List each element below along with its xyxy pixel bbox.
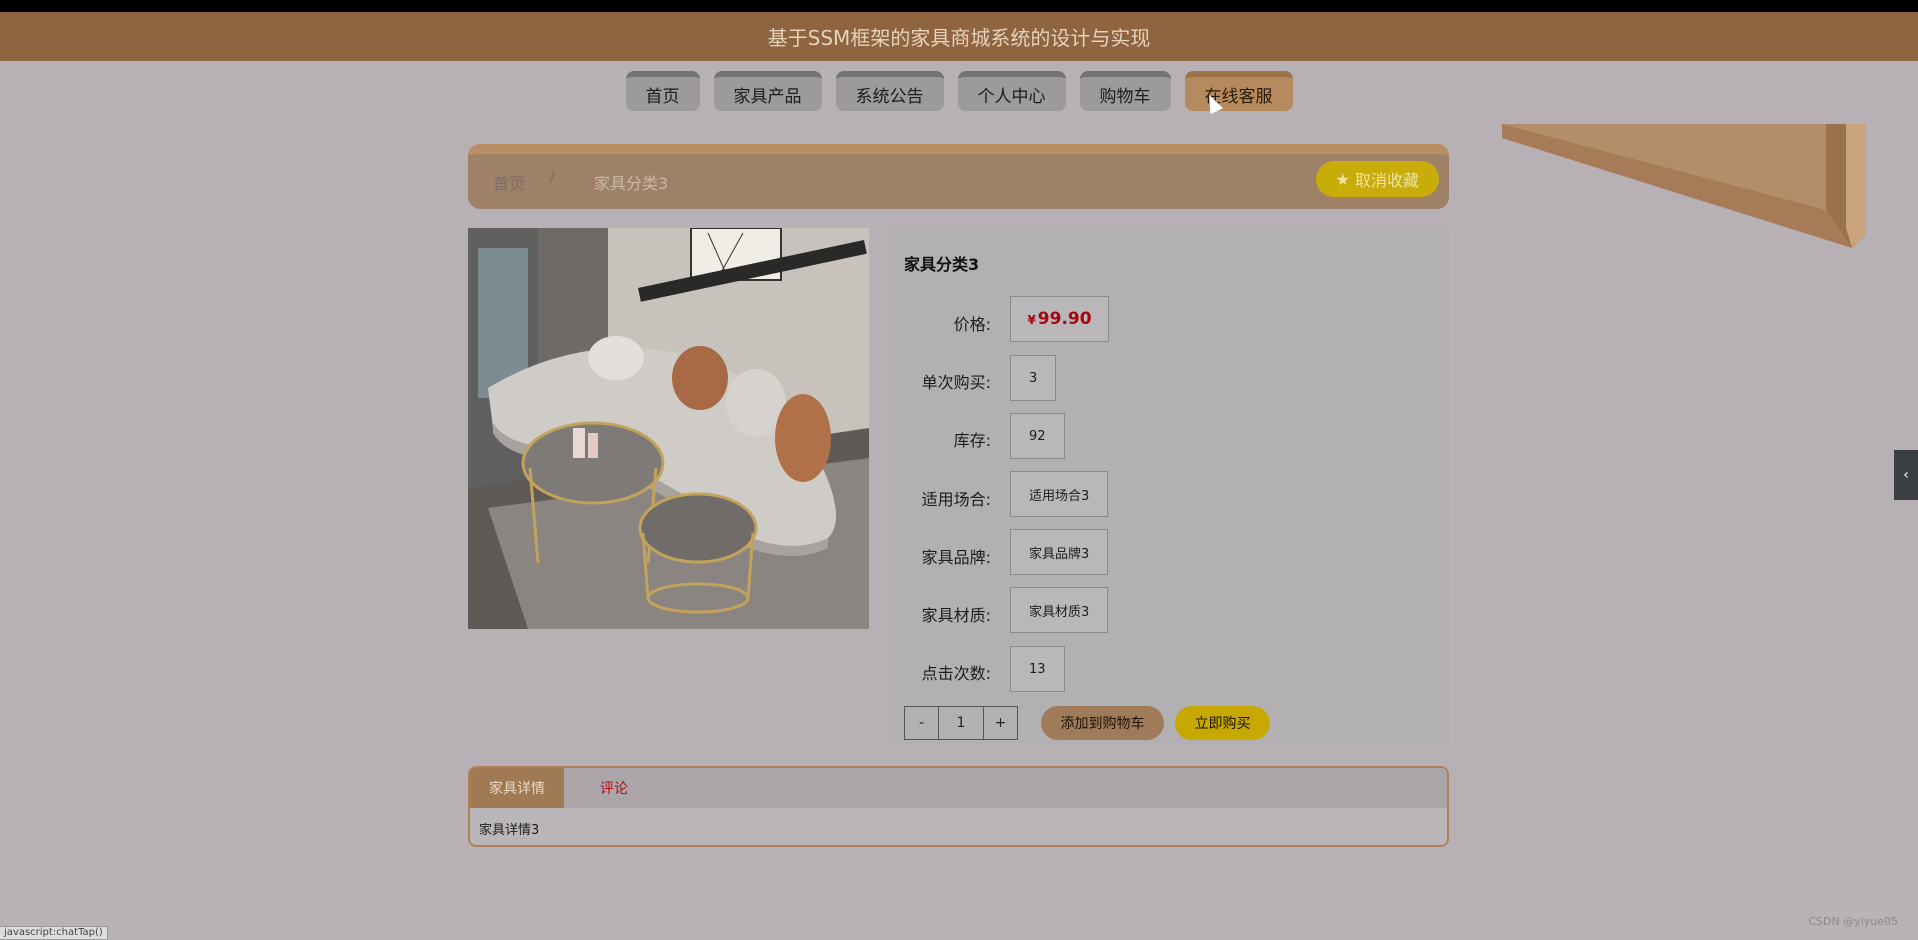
click-count-value: 13: [1010, 646, 1065, 692]
price-label: 价格:: [953, 315, 991, 334]
decrement-button[interactable]: -: [905, 707, 938, 739]
nav-item-products[interactable]: 家具产品: [713, 71, 822, 111]
breadcrumb-separator: /: [550, 170, 555, 186]
detail-tabs: 家具详情 评论 家具详情3: [468, 766, 1449, 847]
watermark: CSDN @yiyue05: [1808, 915, 1898, 928]
row-label: 库存:: [953, 431, 991, 450]
material-value: 家具材质3: [1010, 587, 1109, 633]
tabs-header: 家具详情 评论: [470, 768, 1447, 808]
per-purchase-value: 3: [1010, 355, 1057, 401]
price-amount: 99.90: [1037, 309, 1092, 329]
currency-symbol: ¥: [1027, 313, 1036, 327]
quantity-stepper: - 1 +: [904, 706, 1018, 740]
chevron-left-icon: ‹: [1903, 467, 1909, 483]
brand-value: 家具品牌3: [1010, 529, 1109, 575]
site-title: 基于SSM框架的家具商城系统的设计与实现: [767, 26, 1151, 50]
tab-content: 家具详情3: [479, 823, 540, 838]
star-icon: ★: [1335, 169, 1350, 189]
site-header: 基于SSM框架的家具商城系统的设计与实现: [0, 12, 1918, 61]
tab-comments[interactable]: 评论: [564, 768, 647, 808]
product-name: 家具分类3: [904, 255, 980, 274]
top-strip: [0, 0, 1918, 12]
nav-label: 家具产品: [733, 86, 802, 107]
increment-button[interactable]: +: [984, 707, 1017, 739]
occasion-value: 适用场合3: [1010, 471, 1109, 517]
row-label: 家具材质:: [921, 606, 991, 625]
breadcrumb-current: 家具分类3: [594, 174, 669, 193]
unfavorite-label: 取消收藏: [1354, 171, 1419, 190]
breadcrumb: 首页 / 家具分类3 ★ 取消收藏: [468, 144, 1449, 209]
side-panel-toggle[interactable]: ‹: [1894, 450, 1918, 500]
unfavorite-button[interactable]: ★ 取消收藏: [1315, 161, 1439, 197]
stock-value: 92: [1010, 413, 1065, 459]
nav-label: 首页: [645, 86, 680, 107]
main-nav: 首页 家具产品 系统公告 个人中心 购物车 在线客服: [0, 71, 1918, 111]
nav-label: 系统公告: [855, 86, 924, 107]
row-label: 单次购买:: [921, 373, 991, 392]
nav-item-online-service[interactable]: 在线客服: [1184, 71, 1293, 111]
nav-item-cart[interactable]: 购物车: [1079, 71, 1171, 111]
quantity-input[interactable]: 1: [938, 707, 984, 739]
row-label: 点击次数:: [921, 664, 991, 683]
product-image: [468, 228, 869, 629]
nav-label: 个人中心: [977, 86, 1046, 107]
price-value: ¥99.90: [1010, 296, 1109, 342]
nav-item-home[interactable]: 首页: [625, 71, 700, 111]
row-label: 适用场合:: [921, 490, 991, 509]
add-to-cart-button[interactable]: 添加到购物车: [1041, 706, 1164, 740]
decoration-frame-icon: [1502, 124, 1866, 248]
nav-item-profile[interactable]: 个人中心: [957, 71, 1066, 111]
nav-item-announcements[interactable]: 系统公告: [835, 71, 944, 111]
breadcrumb-home-link[interactable]: 首页: [493, 170, 525, 194]
row-label: 家具品牌:: [921, 548, 991, 567]
nav-label: 购物车: [1099, 86, 1151, 107]
buy-now-button[interactable]: 立即购买: [1175, 706, 1270, 740]
product-info-panel: 家具分类3 价格: ¥99.90 单次购买: 3 库存: 92 适用场合: 适用…: [888, 228, 1449, 746]
tab-details[interactable]: 家具详情: [470, 768, 564, 808]
footer-band: [0, 857, 1918, 938]
